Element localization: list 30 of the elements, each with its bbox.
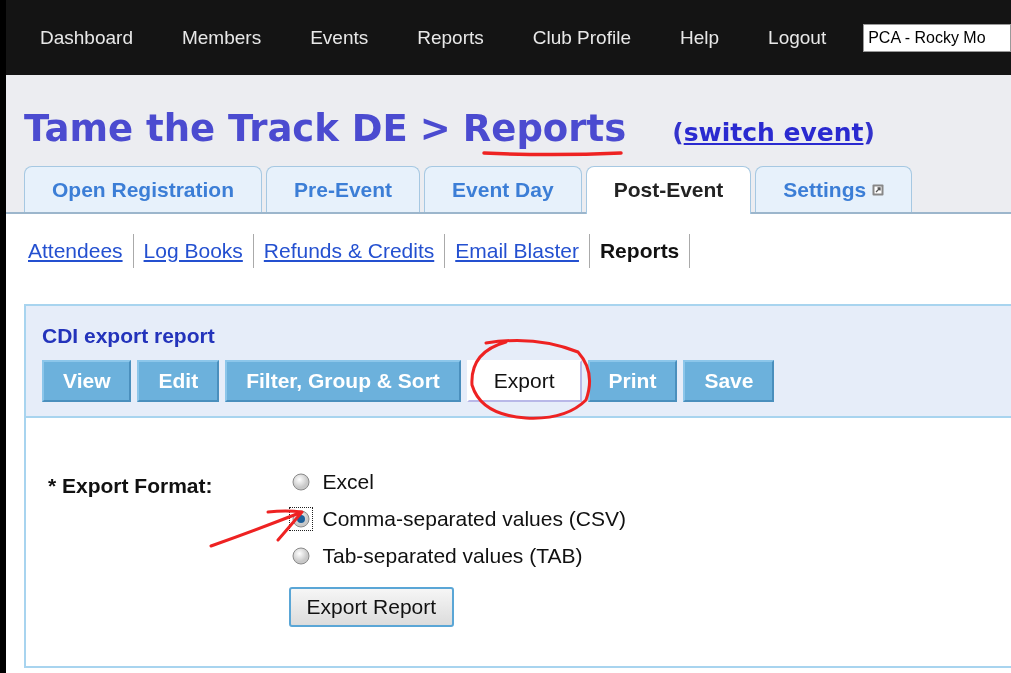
tab[interactable]: Event Day [424,166,582,212]
option-label: Excel [322,470,374,494]
nav-link[interactable]: Dashboard [40,26,133,49]
option-label: Comma-separated values (CSV) [322,507,626,531]
tab[interactable]: Open Registration [24,166,263,212]
option-label: Tab-separated values (TAB) [322,544,583,568]
event-title: Tame the Track DE [24,107,408,150]
nav-link[interactable]: Events [310,26,369,49]
sub-nav-link[interactable]: Log Books [133,234,254,268]
sub-nav-link[interactable]: Refunds & Credits [253,234,446,268]
report-action-button[interactable]: Export [466,360,582,402]
breadcrumb-separator: > [419,107,451,150]
nav-link[interactable]: Help [680,26,720,49]
club-select[interactable]: PCA - Rocky Mo [863,23,1011,52]
nav-link[interactable]: Reports [417,26,484,49]
radio-button[interactable] [288,507,313,531]
tab[interactable]: Pre-Event [266,166,421,212]
sub-nav-link[interactable]: Attendees [28,234,134,268]
nav-link[interactable]: Members [181,26,262,49]
tab[interactable]: Post-Event [585,166,752,214]
nav-link[interactable]: Logout [768,26,827,49]
export-report-button[interactable]: Export Report [288,587,455,627]
sub-nav-link[interactable]: Email Blaster [445,234,590,268]
section-title: Reports [462,107,627,150]
switch-event: (switch event) [672,118,875,147]
nav-link[interactable]: Club Profile [532,26,631,49]
report-title: CDI export report [42,324,216,348]
sub-nav-link[interactable]: Reports [589,234,691,268]
field-label: * Export Format: [48,474,213,499]
tab[interactable]: Settings [755,166,913,212]
